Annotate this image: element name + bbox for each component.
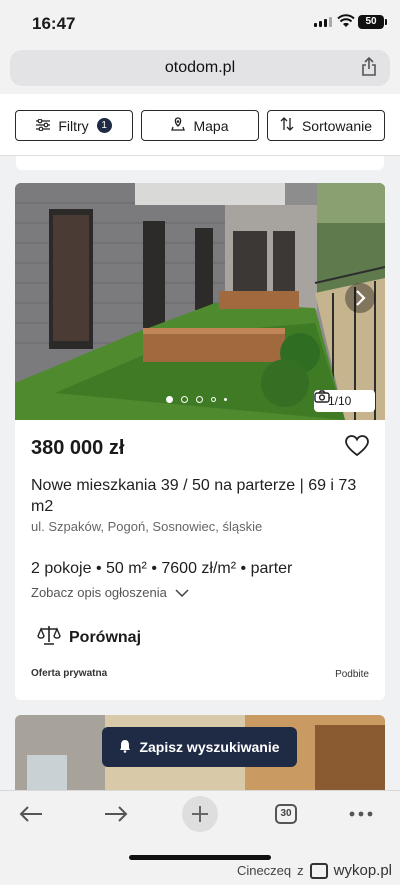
- wykop-logo-icon: [309, 862, 328, 879]
- watermark-user: Cineczeq: [236, 863, 292, 878]
- tabs-button[interactable]: 30: [273, 799, 299, 829]
- compare-label: Porównaj: [69, 628, 142, 646]
- sort-label: Sortowanie: [301, 117, 373, 134]
- photo-counter-text: 1/10: [328, 394, 352, 408]
- map-label: Mapa: [193, 117, 229, 134]
- chevron-right-icon: [356, 290, 366, 306]
- listing-title[interactable]: Nowe mieszkania 39 / 50 na parterze | 69…: [31, 475, 371, 517]
- status-bar: 16:47 50: [0, 0, 400, 44]
- browser-toolbar: 30 Cineczeq z wykop.pl: [0, 790, 400, 885]
- sort-icon: [280, 117, 294, 134]
- wifi-icon: [337, 14, 355, 33]
- see-description-label: Zobacz opis ogłoszenia: [31, 585, 167, 600]
- scales-icon: [37, 625, 61, 650]
- listing-card[interactable]: 1/10 380 000 zł Nowe mieszkania 39 / 50 …: [15, 183, 385, 700]
- chevron-down-icon: [175, 585, 189, 600]
- plus-icon: [192, 806, 208, 822]
- share-icon[interactable]: [360, 56, 378, 82]
- filters-label: Filtry: [58, 117, 89, 134]
- previous-listing-card[interactable]: [16, 156, 384, 170]
- tabs-count: 30: [275, 804, 297, 824]
- listing-address: ul. Szpaków, Pogoń, Sosnowiec, śląskie: [31, 519, 263, 534]
- bumped-label: Podbite: [335, 669, 369, 680]
- heart-icon[interactable]: [345, 435, 369, 462]
- owner-type: Oferta prywatna: [31, 668, 108, 679]
- watermark-site: wykop.pl: [333, 862, 392, 879]
- save-search-label: Zapisz wyszukiwanie: [139, 739, 280, 755]
- next-photo-button[interactable]: [345, 283, 375, 313]
- listing-photo[interactable]: 1/10: [15, 183, 385, 420]
- more-icon[interactable]: [348, 799, 374, 829]
- photo-counter: 1/10: [314, 390, 375, 412]
- bell-icon: [119, 739, 131, 756]
- forward-arrow-icon[interactable]: [101, 799, 131, 829]
- sliders-icon: [36, 118, 51, 134]
- battery-indicator: 50: [358, 15, 387, 29]
- home-indicator: [129, 855, 271, 860]
- new-tab-button[interactable]: [182, 796, 218, 832]
- address-bar[interactable]: otodom.pl: [10, 50, 390, 86]
- sort-button[interactable]: Sortowanie: [267, 110, 385, 141]
- filter-bar: Filtry 1 Mapa Sortowanie: [0, 94, 400, 156]
- watermark: Cineczeq z wykop.pl: [237, 862, 392, 879]
- filters-button[interactable]: Filtry 1: [15, 110, 133, 141]
- url-text[interactable]: otodom.pl: [10, 59, 390, 77]
- map-button[interactable]: Mapa: [141, 110, 259, 141]
- status-time: 16:47: [32, 14, 76, 33]
- see-description-link[interactable]: Zobacz opis ogłoszenia: [31, 585, 189, 600]
- photo-pagination: [166, 396, 227, 403]
- save-search-button[interactable]: Zapisz wyszukiwanie: [102, 727, 297, 767]
- map-pin-icon: [171, 117, 186, 134]
- compare-button[interactable]: Porównaj: [37, 625, 141, 650]
- signal-icon: [314, 17, 332, 27]
- browser-address-area: otodom.pl: [0, 44, 400, 94]
- listing-specs: 2 pokoje • 50 m² • 7600 zł/m² • parter: [31, 560, 293, 577]
- watermark-sep: z: [297, 863, 304, 878]
- listing-price: 380 000 zł: [31, 437, 125, 459]
- filters-count-badge: 1: [96, 118, 112, 133]
- back-arrow-icon[interactable]: [16, 799, 46, 829]
